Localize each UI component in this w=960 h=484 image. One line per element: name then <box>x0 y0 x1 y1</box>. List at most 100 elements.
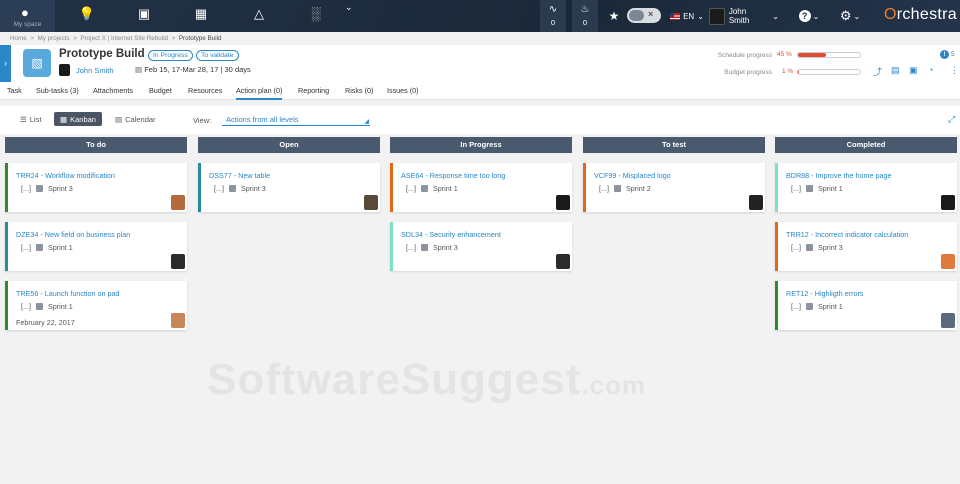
lightbulb-icon[interactable]: 💡 <box>74 6 100 24</box>
help-icon: ? <box>798 10 811 22</box>
star-icon: ★ <box>608 9 620 23</box>
card-sprint: Sprint 1 <box>48 243 73 252</box>
my-space-button[interactable]: ● My space <box>0 0 55 32</box>
avatar <box>556 195 570 210</box>
tab-sub-tasks[interactable]: Sub-tasks (3) <box>36 86 79 95</box>
kanban-card[interactable]: TRE56 - Launch function on pad [...] Sprin… <box>5 281 187 330</box>
card-sprint: Sprint 3 <box>241 184 266 193</box>
card-sprint: Sprint 1 <box>818 184 843 193</box>
kanban-card[interactable]: DSS77 - New table [...] Sprint 3 <box>198 163 380 212</box>
card-title[interactable]: RET12 - Highligth errors <box>786 289 864 298</box>
kanban-card[interactable]: VCF99 - Misplaced logo [...] Sprint 2 <box>583 163 765 212</box>
status-badge-to-validate[interactable]: To validate <box>196 50 239 61</box>
view-select[interactable]: Actions from all levels ◢ <box>222 113 370 126</box>
card-ellipsis: [...] <box>599 184 609 193</box>
avatar <box>171 195 185 210</box>
tab-task[interactable]: Task <box>7 86 22 95</box>
rss-button[interactable]: ∿ 0 <box>540 0 566 32</box>
tab-reporting[interactable]: Reporting <box>298 86 329 95</box>
mode-toggle[interactable]: × <box>627 8 661 23</box>
card-title[interactable]: BDR88 - Improve the home page <box>786 171 891 180</box>
reports-icon[interactable]: ░ <box>303 6 329 24</box>
tab-risks[interactable]: Risks (0) <box>345 86 373 95</box>
gantt-icon[interactable]: ▤ <box>891 65 900 76</box>
card-ellipsis: [...] <box>406 184 416 193</box>
avatar <box>364 195 378 210</box>
tab-issues[interactable]: Issues (0) <box>387 86 419 95</box>
calendar-view-button[interactable]: ▤ Calendar <box>115 112 156 126</box>
card-meta: [...] Sprint 1 <box>21 302 73 311</box>
watermark: SoftwareSuggest.com <box>207 355 647 404</box>
breadcrumb-my-projects[interactable]: My projects <box>37 35 69 42</box>
checkbox-icon <box>36 303 43 310</box>
card-title[interactable]: TRE56 - Launch function on pad <box>16 289 120 298</box>
tab-resources[interactable]: Resources <box>188 86 222 95</box>
kanban-card[interactable]: RET12 - Highligth errors [...] Sprint 1 <box>775 281 957 330</box>
user-menu[interactable]: John Smith ⌄ <box>709 0 779 32</box>
status-badge-in-progress[interactable]: In Progress <box>148 50 193 61</box>
calendar-icon: ▤ <box>115 114 123 124</box>
more-icon[interactable]: ⋮ <box>950 65 959 76</box>
help-menu[interactable]: ? ⌄ <box>796 0 822 32</box>
card-sprint: Sprint 3 <box>818 243 843 252</box>
folder-icon: ▧ <box>23 49 51 77</box>
pie-chart-icon[interactable]: ◔ <box>928 65 933 75</box>
card-sprint: Sprint 1 <box>433 184 458 193</box>
kanban-card[interactable]: TRR24 - Workflow modification [...] Sprint… <box>5 163 187 212</box>
briefcase-icon[interactable]: ▣ <box>131 6 157 24</box>
card-ellipsis: [...] <box>406 243 416 252</box>
checkbox-icon <box>36 185 43 192</box>
budget-progress-label: Budget progress <box>724 69 772 76</box>
card-title[interactable]: TRR12 - Incorrect indicator calculation <box>786 230 908 239</box>
card-title[interactable]: DSS77 - New table <box>209 171 270 180</box>
schedule-progress-label: Schedule progress <box>717 52 772 59</box>
card-ellipsis: [...] <box>791 184 801 193</box>
project-owner[interactable]: John Smith <box>59 64 114 76</box>
orchestra-logo: Orchestra <box>884 6 957 23</box>
us-flag-icon <box>670 12 681 20</box>
notifications-button[interactable]: ♨ 0 <box>572 0 598 32</box>
tab-budget[interactable]: Budget <box>149 86 172 95</box>
sidebar-toggle[interactable]: › <box>0 45 11 82</box>
org-chart-icon[interactable]: △ <box>246 6 272 24</box>
card-title[interactable]: TRR24 - Workflow modification <box>16 171 115 180</box>
info-badge[interactable]: ! 5 <box>940 50 955 59</box>
settings-menu[interactable]: ⚙ ⌄ <box>838 0 862 32</box>
card-meta: [...] Sprint 1 <box>791 184 843 193</box>
kanban-card[interactable]: DZE34 - New field on business plan [...] S… <box>5 222 187 271</box>
avatar <box>941 195 955 210</box>
card-title[interactable]: VCF99 - Misplaced logo <box>594 171 671 180</box>
card-ellipsis: [...] <box>21 302 31 311</box>
column-header: To test <box>583 137 765 153</box>
kanban-card[interactable]: TRR12 - Incorrect indicator calculation [… <box>775 222 957 271</box>
expand-icon[interactable]: ⤢ <box>948 114 955 125</box>
list-view-button[interactable]: ☰ List <box>20 112 41 126</box>
checkbox-icon <box>421 244 428 251</box>
list-label: List <box>29 114 42 124</box>
chevron-down-icon[interactable]: ⌄ <box>345 2 353 13</box>
kanban-card[interactable]: BDR88 - Improve the home page [...] Sprint… <box>775 163 957 212</box>
tab-attachments[interactable]: Attachments <box>93 86 133 95</box>
card-title[interactable]: DZE34 - New field on business plan <box>16 230 130 239</box>
kanban-card[interactable]: SDL34 - Security enhancement [...] Sprint … <box>390 222 572 271</box>
column-header: In Progress <box>390 137 572 153</box>
budget-icon[interactable]: ▦ <box>188 6 214 24</box>
archive-icon[interactable]: ▣ <box>909 65 918 76</box>
favorites-button[interactable]: ★ <box>606 0 622 32</box>
kanban-icon: ▦ <box>60 114 68 124</box>
rss-icon: ∿ <box>548 4 558 15</box>
kanban-view-button[interactable]: ▦ Kanban <box>54 112 102 126</box>
checkbox-icon <box>806 244 813 251</box>
breadcrumb-home[interactable]: Home <box>10 35 27 42</box>
kanban-card[interactable]: ASE64 - Response time too long [...] Sprin… <box>390 163 572 212</box>
card-meta: [...] Sprint 3 <box>21 184 73 193</box>
card-title[interactable]: ASE64 - Response time too long <box>401 171 505 180</box>
chevron-down-icon: ⌄ <box>772 11 779 21</box>
budget-progress-fill <box>798 70 800 74</box>
breadcrumb: Home > My projects > Project X | Interne… <box>10 35 222 42</box>
language-selector[interactable]: EN ⌄ <box>668 0 706 32</box>
share-icon[interactable]: ⤴ <box>873 65 882 78</box>
breadcrumb-project[interactable]: Project X | Internet Site Rebuild <box>80 35 168 42</box>
tab-action-plan[interactable]: Action plan (0) <box>236 86 283 100</box>
card-title[interactable]: SDL34 - Security enhancement <box>401 230 501 239</box>
